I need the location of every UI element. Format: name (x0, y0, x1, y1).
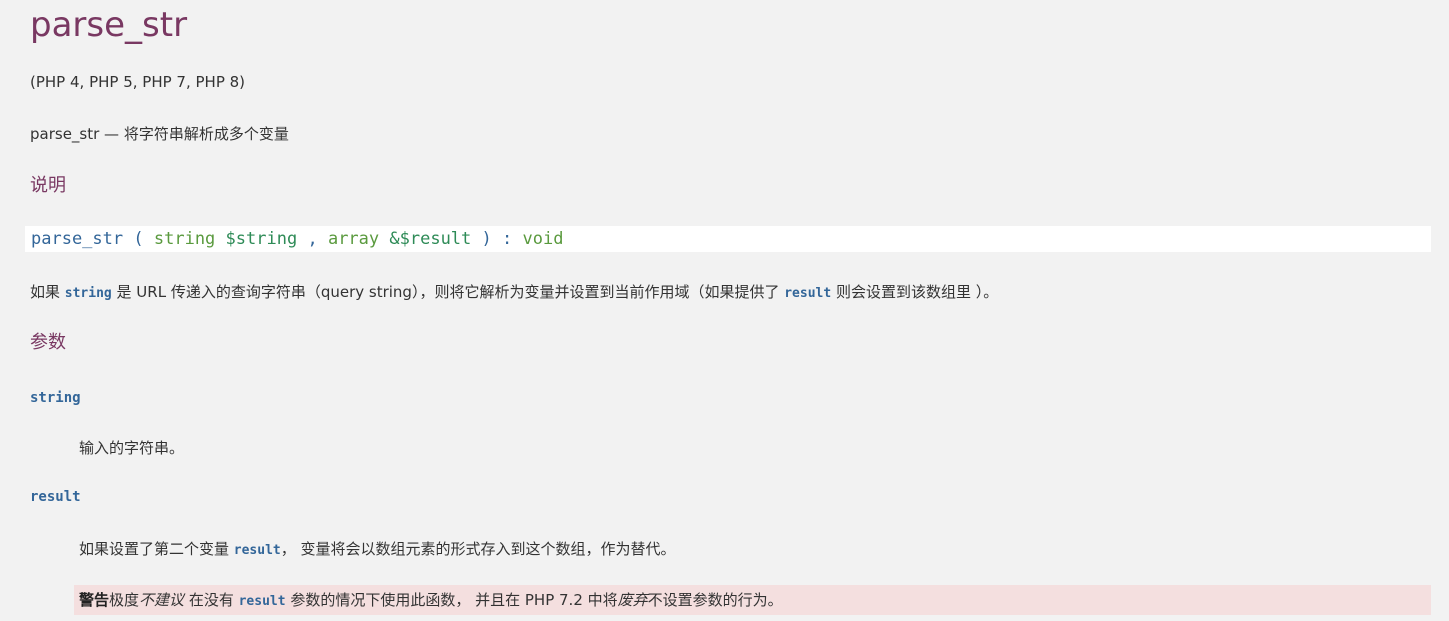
description-heading: 说明 (30, 175, 66, 196)
synopsis-close-paren: ) (481, 229, 492, 249)
description-text-part1: 如果 (30, 283, 65, 301)
warning-text-1: 极度 (109, 591, 140, 609)
synopsis-open-paren: ( (133, 229, 144, 249)
param-def-result: 如果设置了第二个变量 result， 变量将会以数组元素的形式存入到这个数组，作… (79, 538, 676, 562)
synopsis-param1-var[interactable]: $string (226, 229, 298, 249)
warning-label: 警告 (79, 591, 110, 609)
param-def-result-code[interactable]: result (234, 543, 281, 558)
synopsis-param2-var[interactable]: &$result (389, 229, 471, 249)
synopsis-return-type[interactable]: void (523, 229, 564, 249)
param-term-result: result (30, 489, 81, 505)
synopsis-separator: , (307, 229, 318, 249)
function-purpose: parse_str — 将字符串解析成多个变量 (30, 125, 289, 143)
synopsis-return-colon: : (502, 229, 513, 249)
warning-code-result[interactable]: result (239, 594, 286, 609)
method-synopsis: parse_str ( string $string , array &$res… (25, 226, 1431, 252)
description-paragraph: 如果 string 是 URL 传递入的查询字符串（query string），… (30, 281, 998, 305)
description-code-result[interactable]: result (784, 286, 831, 301)
warning-emphasis-not-recommended: 不建议 (139, 591, 185, 609)
synopsis-param2-type[interactable]: array (328, 229, 379, 249)
page-title: parse_str (30, 5, 188, 45)
description-text-part3: 则会设置到该数组里 ）。 (831, 283, 999, 301)
param-def-result-prefix: 如果设置了第二个变量 (79, 540, 234, 558)
warning-text-3: 参数的情况下使用此函数， 并且在 PHP 7.2 中将 (285, 591, 618, 609)
description-code-string[interactable]: string (65, 286, 112, 301)
synopsis-param1-type[interactable]: string (154, 229, 215, 249)
param-def-result-suffix: ， 变量将会以数组元素的形式存入到这个数组，作为替代。 (280, 540, 676, 558)
warning-emphasis-deprecated: 废弃 (617, 591, 648, 609)
description-text-part2: 是 URL 传递入的查询字符串（query string），则将它解析为变量并设… (111, 283, 785, 301)
version-info: (PHP 4, PHP 5, PHP 7, PHP 8) (30, 73, 246, 91)
param-def-string: 输入的字符串。 (79, 439, 185, 457)
param-term-string: string (30, 390, 81, 406)
parameters-heading: 参数 (30, 332, 66, 353)
synopsis-function-name: parse_str (31, 229, 124, 249)
warning-text-4: 不设置参数的行为。 (647, 591, 783, 609)
warning-text-2: 在没有 (184, 591, 239, 609)
warning-box: 警告极度不建议 在没有 result 参数的情况下使用此函数， 并且在 PHP … (74, 585, 1431, 615)
